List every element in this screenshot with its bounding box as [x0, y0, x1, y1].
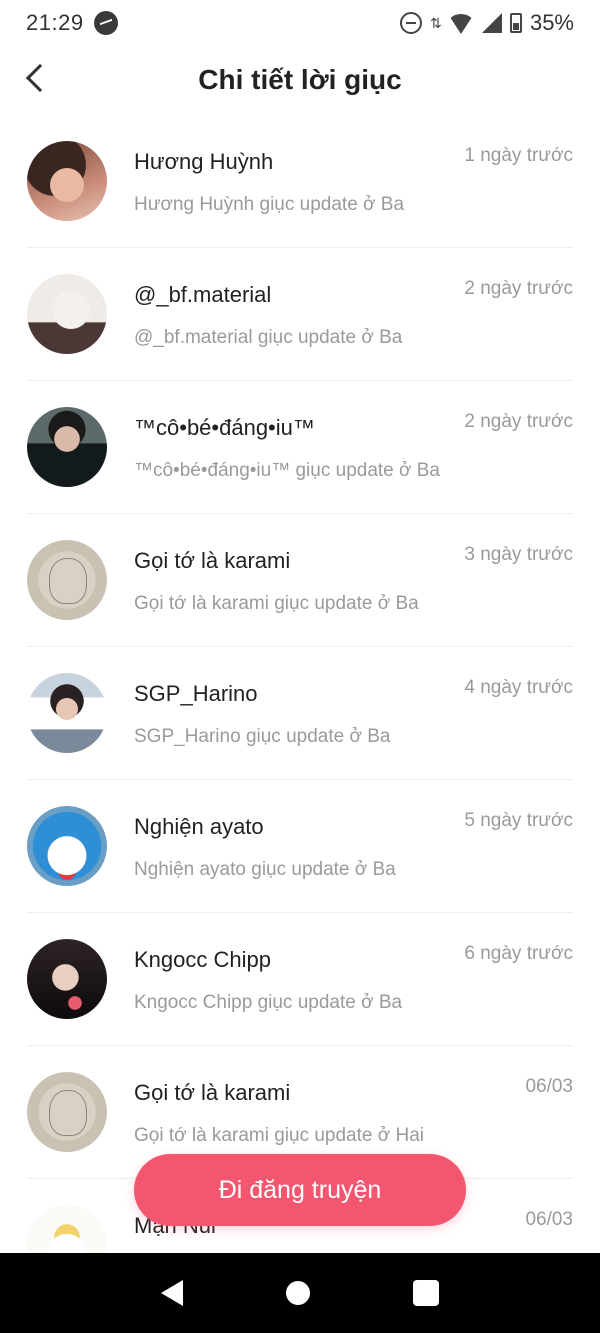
timestamp: 06/03 [525, 1076, 573, 1097]
user-name: SGP_Harino [134, 681, 258, 706]
timestamp: 5 ngày trước [464, 810, 573, 831]
timestamp: 1 ngày trước [464, 145, 573, 166]
data-icon: ⇅ [429, 15, 442, 31]
home-circle-icon[interactable] [285, 1281, 310, 1305]
list-item[interactable]: Gọi tớ là karami Gọi tớ là karami giục u… [27, 514, 573, 647]
list-item[interactable]: SGP_Harino SGP_Harino giục update ở Ba 4… [27, 647, 573, 780]
reminder-list[interactable]: Hương Huỳnh Hương Huỳnh giục update ở Ba… [0, 115, 600, 1253]
post-story-button[interactable]: Đi đăng truyện [134, 1154, 466, 1226]
list-item[interactable]: Hương Huỳnh Hương Huỳnh giục update ở Ba… [27, 115, 573, 248]
user-name: Nghiện ayato [134, 814, 264, 839]
timestamp: 6 ngày trước [464, 943, 573, 964]
user-name: ™cô•bé•đáng•iu™ [134, 415, 315, 440]
avatar[interactable] [27, 1205, 107, 1253]
header: Chi tiết lời giục [0, 50, 600, 110]
status-time: 21:29 [26, 10, 84, 35]
avatar[interactable] [27, 1072, 107, 1152]
avatar[interactable] [27, 274, 107, 354]
reminder-message: Gọi tớ là karami giục update ở Hai [134, 1125, 424, 1146]
page-title: Chi tiết lời giục [198, 64, 402, 95]
dnd-icon [399, 12, 422, 34]
battery-percentage: 35% [529, 10, 574, 35]
timestamp: 3 ngày trước [464, 544, 573, 565]
wifi-icon [447, 14, 474, 34]
reminder-message: Gọi tớ là karami giục update ở Ba [134, 593, 419, 614]
avatar[interactable] [27, 673, 107, 753]
avatar[interactable] [27, 939, 107, 1019]
list-item[interactable]: Nghiện ayato Nghiện ayato giục update ở … [27, 780, 573, 913]
reminder-message: Hương Huỳnh giục update ở Ba [134, 194, 405, 215]
list-item[interactable]: @_bf.material @_bf.material giục update … [27, 248, 573, 381]
avatar[interactable] [27, 407, 107, 487]
list-item[interactable]: Kngocc Chipp Kngocc Chipp giục update ở … [27, 913, 573, 1046]
battery-icon [509, 13, 522, 33]
timestamp: 2 ngày trước [464, 411, 573, 432]
list-item[interactable]: ™cô•bé•đáng•iu™ ™cô•bé•đáng•iu™ giục upd… [27, 381, 573, 514]
reminder-message: SGP_Harino giục update ở Ba [134, 726, 391, 747]
timestamp: 06/03 [525, 1209, 573, 1230]
user-name: Gọi tớ là karami [134, 548, 291, 573]
status-icons: ⇅ 35% [399, 10, 574, 36]
user-name: Gọi tớ là karami [134, 1080, 291, 1105]
reminder-message: Kngocc Chipp giục update ở Ba [134, 992, 403, 1013]
avatar[interactable] [27, 540, 107, 620]
avatar[interactable] [27, 141, 107, 221]
avatar[interactable] [27, 806, 107, 886]
reminder-message: @_bf.material giục update ở Ba [134, 327, 403, 348]
reminder-message: Nghiện ayato giục update ở Ba [134, 859, 396, 880]
chevron-left-icon[interactable] [25, 63, 55, 93]
user-name: Hương Huỳnh [134, 149, 274, 174]
user-name: Kngocc Chipp [134, 947, 271, 972]
back-triangle-icon[interactable] [161, 1280, 184, 1306]
timestamp: 4 ngày trước [464, 677, 573, 698]
signal-icon [481, 13, 502, 33]
user-name: @_bf.material [134, 282, 272, 307]
status-bar: 21:29 ⇅ 35% [0, 0, 600, 46]
system-nav-bar [0, 1253, 600, 1333]
recents-square-icon[interactable] [412, 1280, 439, 1306]
messenger-icon [93, 11, 118, 35]
timestamp: 2 ngày trước [464, 278, 573, 299]
reminder-message: ™cô•bé•đáng•iu™ giục update ở Ba [134, 460, 440, 481]
